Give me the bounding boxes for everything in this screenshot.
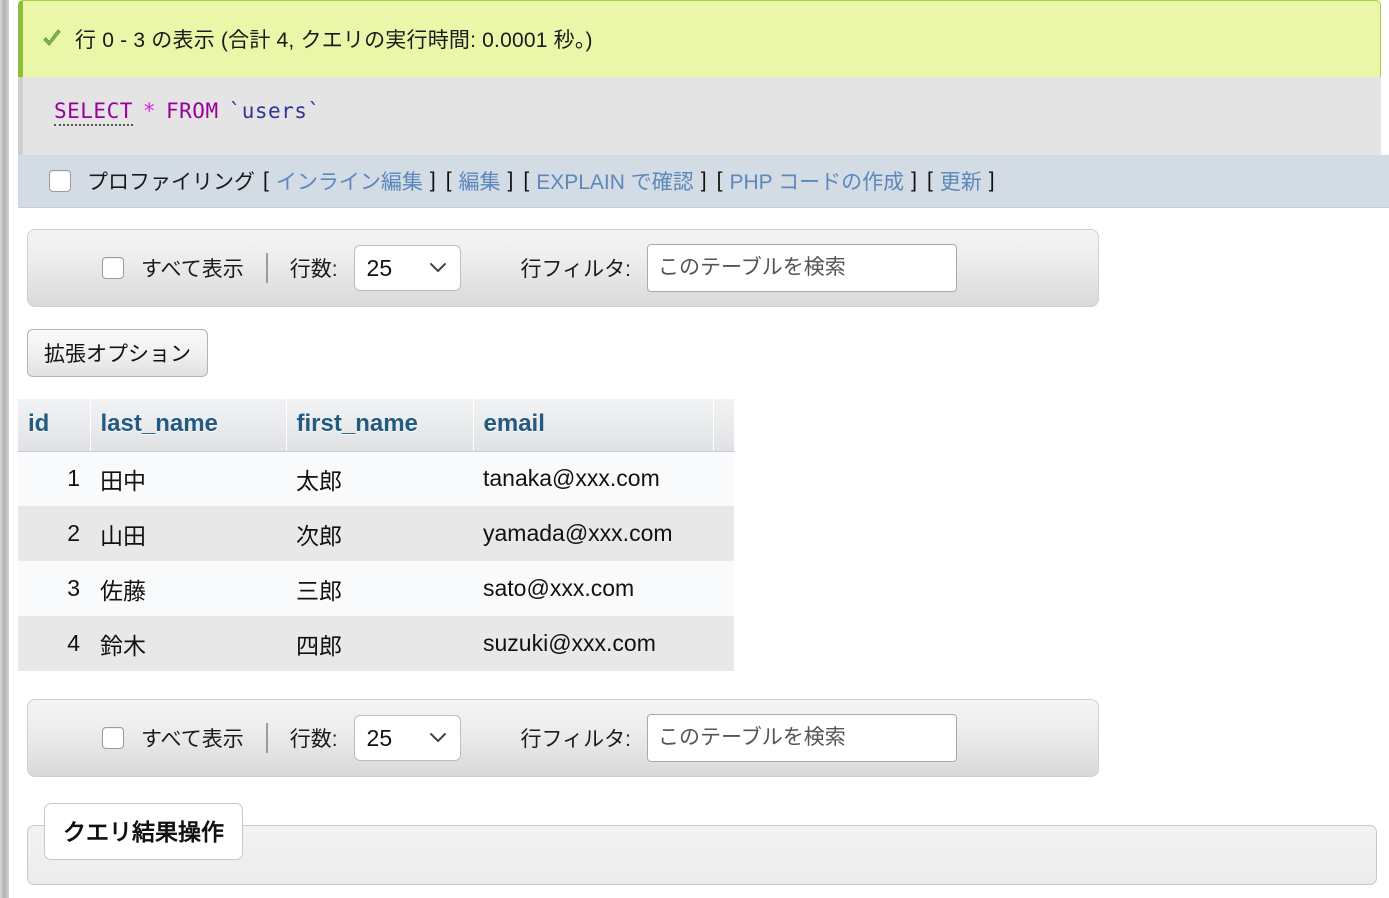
cell-last-name: 佐藤 <box>90 561 286 616</box>
cell-email: suzuki@xxx.com <box>473 616 713 671</box>
bracket-open: [ <box>445 169 452 192</box>
query-results-table: id last_name first_name email 1 田中 太郎 ta… <box>18 399 735 671</box>
bottom-nav-wrapper: すべて表示 行数: 2550100250500 行フィルタ: <box>9 671 1389 777</box>
results-table-body: 1 田中 太郎 tanaka@xxx.com 2 山田 次郎 yamada@xx… <box>18 451 734 671</box>
table-row[interactable]: 4 鈴木 四郎 suzuki@xxx.com <box>18 616 734 671</box>
bracket-close: ] <box>700 169 707 192</box>
table-row[interactable]: 2 山田 次郎 yamada@xxx.com <box>18 506 734 561</box>
query-results-operations-legend: クエリ結果操作 <box>44 803 243 860</box>
query-success-message: 行 0 - 3 の表示 (合計 4, クエリの実行時間: 0.0001 秒。) <box>18 0 1381 77</box>
top-nav-wrapper: すべて表示 行数: 2550100250500 行フィルタ: <box>9 208 1389 307</box>
phpmyadmin-sql-result-page: 行 0 - 3 の表示 (合計 4, クエリの実行時間: 0.0001 秒。) … <box>0 0 1389 898</box>
row-filter-label-top: 行フィルタ: <box>520 258 631 281</box>
sql-query-text: SELECT * FROM `users` <box>54 99 1371 126</box>
cell-spacer <box>713 451 734 506</box>
column-header-first-name[interactable]: first_name <box>286 399 474 452</box>
cell-first-name: 太郎 <box>286 451 473 506</box>
sql-keyword-select: SELECT <box>54 99 133 126</box>
refresh-link[interactable]: 更新 <box>940 166 982 196</box>
cell-last-name: 山田 <box>90 506 286 561</box>
success-check-icon <box>43 29 61 46</box>
results-table-head: id last_name first_name email <box>18 399 735 452</box>
sql-query-box[interactable]: SELECT * FROM `users` <box>18 77 1381 155</box>
main-content-area: 行 0 - 3 の表示 (合計 4, クエリの実行時間: 0.0001 秒。) … <box>9 0 1389 898</box>
column-header-email[interactable]: email <box>473 399 714 452</box>
inline-edit-link[interactable]: インライン編集 <box>276 166 423 196</box>
table-navigation-top: すべて表示 行数: 2550100250500 行フィルタ: <box>27 229 1099 307</box>
nav-separator <box>265 723 268 753</box>
bracket-open: [ <box>716 169 723 192</box>
cell-id: 4 <box>18 616 90 671</box>
edit-link[interactable]: 編集 <box>459 166 501 196</box>
left-frame-scrollbar[interactable] <box>0 0 9 898</box>
cell-spacer <box>713 616 734 671</box>
rows-per-page-select-bottom[interactable]: 2550100250500 <box>353 715 461 761</box>
nav-separator <box>265 253 268 283</box>
bracket-open: [ <box>263 169 269 192</box>
extended-options-button[interactable]: 拡張オプション <box>27 329 208 377</box>
create-php-code-link[interactable]: PHP コードの作成 <box>729 166 904 196</box>
table-header-row: id last_name first_name email <box>18 399 735 452</box>
sql-keyword-from: FROM <box>166 99 219 123</box>
result-message-text: 行 0 - 3 の表示 (合計 4, クエリの実行時間: 0.0001 秒。) <box>75 29 593 52</box>
profiling-checkbox[interactable] <box>49 170 71 192</box>
column-header-id[interactable]: id <box>18 399 91 452</box>
cell-email: sato@xxx.com <box>473 561 713 616</box>
table-row[interactable]: 3 佐藤 三郎 sato@xxx.com <box>18 561 734 616</box>
rows-label-top: 行数: <box>289 258 338 281</box>
bracket-close: ] <box>507 169 514 192</box>
cell-id: 2 <box>18 506 90 561</box>
column-header-spacer <box>713 399 735 452</box>
row-filter-input-top[interactable] <box>646 244 957 292</box>
bracket-close: ] <box>911 169 917 192</box>
query-results-operations-section: クエリ結果操作 <box>18 803 1386 885</box>
bracket-close: ] <box>429 169 436 192</box>
rows-select-wrapper-bottom: 2550100250500 <box>338 715 461 761</box>
cell-email: tanaka@xxx.com <box>473 451 713 506</box>
cell-spacer <box>713 506 734 561</box>
explain-link[interactable]: EXPLAIN で確認 <box>536 166 694 196</box>
cell-spacer <box>713 561 734 616</box>
cell-last-name: 鈴木 <box>90 616 286 671</box>
query-action-links-bar: プロファイリング [ インライン編集 ] [ 編集 ] [ EXPLAIN で確… <box>18 155 1389 208</box>
show-all-label-top: すべて表示 <box>141 258 244 281</box>
cell-email: yamada@xxx.com <box>473 506 713 561</box>
table-navigation-bottom: すべて表示 行数: 2550100250500 行フィルタ: <box>27 699 1099 777</box>
cell-first-name: 次郎 <box>286 506 473 561</box>
sql-identifier-users: `users` <box>228 99 321 123</box>
rows-select-wrapper-top: 2550100250500 <box>338 245 461 291</box>
cell-first-name: 三郎 <box>286 561 473 616</box>
show-all-label-bottom: すべて表示 <box>141 728 244 751</box>
sql-operator-star: * <box>142 99 157 123</box>
rows-per-page-select-top[interactable]: 2550100250500 <box>353 245 461 291</box>
table-row[interactable]: 1 田中 太郎 tanaka@xxx.com <box>18 451 734 506</box>
bracket-open: [ <box>523 169 530 192</box>
row-filter-label-bottom: 行フィルタ: <box>520 728 631 751</box>
row-filter-input-bottom[interactable] <box>646 714 957 762</box>
profiling-label: プロファイリング <box>87 171 255 194</box>
results-table-wrapper: id last_name first_name email 1 田中 太郎 ta… <box>18 399 1389 671</box>
cell-id: 1 <box>18 451 90 506</box>
bracket-open: [ <box>926 169 933 192</box>
rows-label-bottom: 行数: <box>289 728 338 751</box>
show-all-checkbox-bottom[interactable] <box>102 727 124 749</box>
column-header-last-name[interactable]: last_name <box>90 399 287 452</box>
show-all-checkbox-top[interactable] <box>102 257 124 279</box>
cell-id: 3 <box>18 561 90 616</box>
cell-first-name: 四郎 <box>286 616 473 671</box>
cell-last-name: 田中 <box>90 451 286 506</box>
bracket-close: ] <box>988 169 995 192</box>
